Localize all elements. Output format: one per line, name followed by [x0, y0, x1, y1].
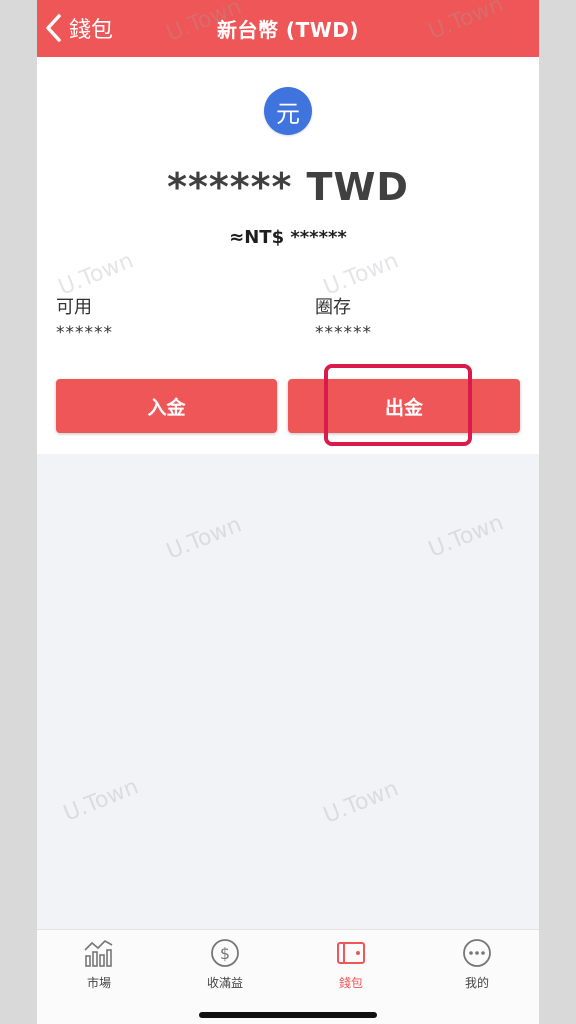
bottom-tab-bar: 市場 $ 收滿益 錢包 我的: [37, 929, 539, 1024]
tab-label: 我的: [464, 976, 489, 990]
frozen-label: 圈存: [315, 297, 351, 318]
available-value: ******: [56, 323, 113, 343]
market-chart-icon: [84, 940, 113, 967]
tab-label: 收滿益: [206, 976, 243, 990]
tab-market[interactable]: 市場: [49, 938, 149, 991]
available-label: 可用: [56, 297, 92, 318]
watermark: U.Town: [320, 776, 403, 829]
top-nav-bar: 錢包 新台幣 (TWD): [37, 0, 539, 57]
tab-label: 市場: [86, 976, 111, 990]
withdraw-highlight-box: [324, 364, 472, 446]
page-title: 新台幣 (TWD): [216, 18, 360, 42]
watermark: U.Town: [425, 510, 508, 563]
frozen-value: ******: [315, 323, 372, 343]
wallet-icon: [337, 942, 365, 964]
more-dots-icon: [463, 939, 491, 967]
twd-currency-icon: 元: [264, 87, 312, 135]
tab-profile[interactable]: 我的: [427, 938, 527, 991]
tab-label: 錢包: [338, 976, 363, 990]
tab-wallet[interactable]: 錢包: [301, 938, 401, 991]
tab-earn[interactable]: $ 收滿益: [175, 938, 275, 991]
home-indicator: [199, 1012, 377, 1018]
watermark: U.Town: [60, 774, 143, 827]
total-balance: ****** TWD: [167, 165, 409, 209]
deposit-button[interactable]: 入金: [56, 379, 277, 433]
watermark: U.Town: [163, 512, 246, 565]
dollar-coin-icon: $: [211, 939, 239, 967]
fiat-equivalent: ≈NT$ ******: [229, 227, 347, 248]
svg-text:$: $: [220, 944, 230, 963]
app-screen: 錢包 新台幣 (TWD) 元 ****** TWD ≈NT$ ****** 可用…: [37, 0, 539, 1024]
